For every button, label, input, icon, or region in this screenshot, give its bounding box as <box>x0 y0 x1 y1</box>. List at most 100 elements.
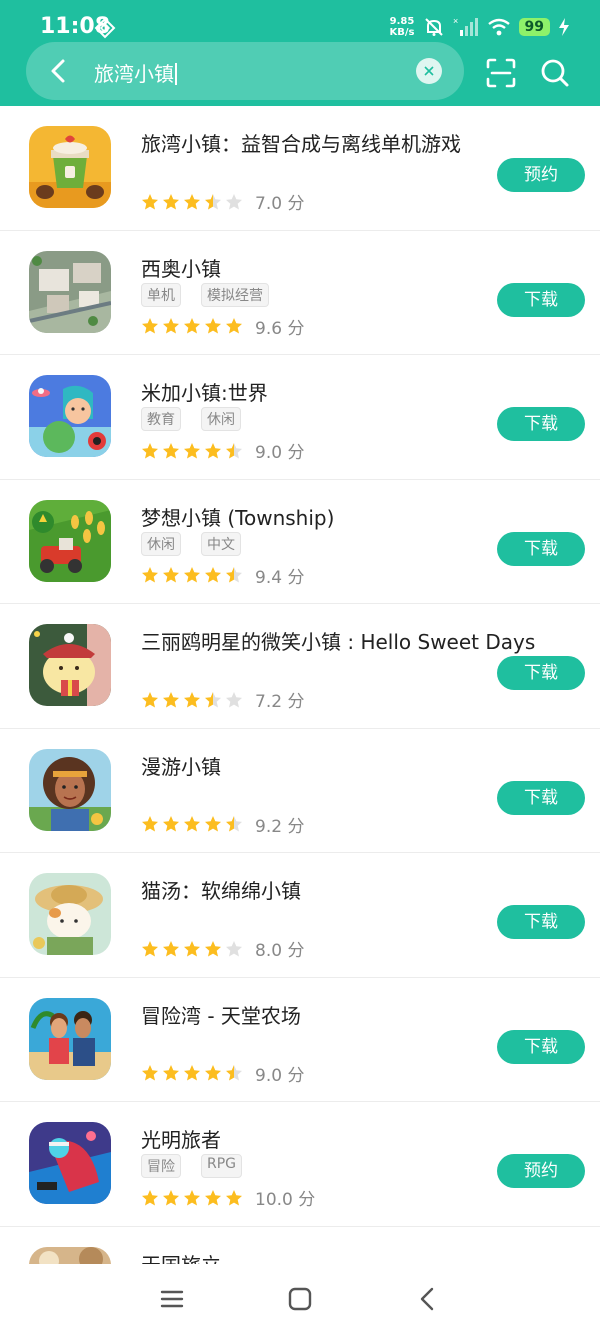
app-title[interactable]: 米加小镇:世界 <box>141 377 268 406</box>
tractor-farm-app-icon[interactable] <box>29 499 111 582</box>
cat-farmer-app-icon[interactable] <box>29 873 111 955</box>
app-score: 9.4 分 <box>255 567 305 588</box>
rating-stars <box>141 1189 243 1207</box>
search-input[interactable]: 旅湾小镇 <box>94 58 177 87</box>
download-button[interactable]: 下载 <box>497 407 585 441</box>
toca-girl-app-icon[interactable] <box>29 375 111 457</box>
result-item[interactable]: 旅湾小镇：益智合成与离线单机游戏 7.0 分 预约 <box>0 106 600 231</box>
result-item[interactable]: 冒险湾 - 天堂农场 9.0 分 下载 <box>0 978 600 1102</box>
back-icon[interactable] <box>413 1284 443 1314</box>
app-tag[interactable]: 休闲 <box>201 407 241 431</box>
result-item[interactable]: 梦想小镇 (Township) 休闲 中文 9.4 分 下载 <box>0 480 600 604</box>
hero-cape-app-icon[interactable] <box>29 1122 111 1204</box>
app-score: 9.0 分 <box>255 1065 305 1086</box>
search-box[interactable]: 旅湾小镇 <box>26 42 464 100</box>
rating-stars <box>141 815 243 833</box>
app-tag[interactable]: 教育 <box>141 407 181 431</box>
search-results-list[interactable]: 旅湾小镇：益智合成与离线单机游戏 7.0 分 预约 西奥小镇 单机 模拟经营 9… <box>0 106 600 1264</box>
app-score: 7.0 分 <box>255 194 305 214</box>
clear-search-icon[interactable] <box>416 58 442 84</box>
star-icon <box>142 567 158 583</box>
star-icon <box>163 567 179 583</box>
app-rating: 8.0 分 <box>141 936 304 961</box>
rating-stars <box>141 317 243 335</box>
app-title[interactable]: 猫汤：软绵绵小镇 <box>141 875 301 904</box>
result-item[interactable]: 米加小镇:世界 教育 休闲 9.0 分 下载 <box>0 355 600 480</box>
app-tag[interactable]: 模拟经营 <box>201 282 269 307</box>
app-tag[interactable]: 单机 <box>141 282 181 307</box>
star-icon <box>184 1065 200 1081</box>
star-icon <box>205 691 221 707</box>
app-title[interactable]: 光明旅者 <box>141 1124 221 1153</box>
app-tag[interactable]: 中文 <box>201 531 241 556</box>
result-item[interactable]: 天国旅立 <box>0 1227 600 1265</box>
app-title[interactable]: 西奥小镇 <box>141 253 221 282</box>
download-button[interactable]: 下载 <box>497 656 585 690</box>
result-item[interactable]: 三丽鸥明星的微笑小镇 : Hello Sweet Days 7.2 分 下载 <box>0 604 600 729</box>
app-rating: 9.2 分 <box>141 812 304 837</box>
star-icon <box>184 442 200 458</box>
text-caret <box>175 63 177 85</box>
star-icon <box>226 816 242 832</box>
star-icon <box>205 816 221 832</box>
app-tag[interactable]: 休闲 <box>141 531 181 556</box>
rating-stars <box>141 1064 243 1082</box>
charging-icon <box>559 18 569 36</box>
search-icon[interactable] <box>538 56 572 90</box>
app-tags: 教育 休闲 <box>141 407 241 431</box>
svg-text:×: × <box>453 16 458 26</box>
pompompurin-app-icon[interactable] <box>29 624 111 706</box>
result-item[interactable]: 猫汤：软绵绵小镇 8.0 分 下载 <box>0 853 600 978</box>
star-icon <box>226 1065 242 1081</box>
result-item[interactable]: 漫游小镇 9.2 分 下载 <box>0 729 600 853</box>
star-icon <box>226 318 242 334</box>
rating-stars <box>141 193 243 211</box>
city-aerial-app-icon[interactable] <box>29 250 111 333</box>
star-icon <box>226 193 242 209</box>
download-button[interactable]: 下载 <box>497 1029 585 1064</box>
reserve-button[interactable]: 预约 <box>497 1154 585 1188</box>
download-button[interactable]: 下载 <box>497 780 585 815</box>
island-couple-app-icon[interactable] <box>29 997 111 1080</box>
result-item[interactable]: 光明旅者 冒险 RPG 10.0 分 预约 <box>0 1102 600 1227</box>
reserve-button[interactable]: 预约 <box>497 158 585 192</box>
result-item[interactable]: 西奥小镇 单机 模拟经营 9.6 分 下载 <box>0 231 600 355</box>
menu-icon[interactable] <box>157 1284 187 1314</box>
download-button[interactable]: 下载 <box>497 531 585 566</box>
app-rating: 10.0 分 <box>141 1185 315 1210</box>
search-query: 旅湾小镇 <box>94 62 174 86</box>
app-tags: 休闲 中文 <box>141 531 241 556</box>
app-title[interactable]: 三丽鸥明星的微笑小镇 : Hello Sweet Days <box>141 626 535 655</box>
star-icon <box>226 1189 242 1205</box>
app-title[interactable]: 天国旅立 <box>141 1249 221 1265</box>
star-icon <box>163 1189 179 1205</box>
app-tag[interactable]: 冒险 <box>141 1154 181 1178</box>
star-icon <box>205 1189 221 1205</box>
coffee-cup-app-icon[interactable] <box>29 126 111 208</box>
star-icon <box>163 442 179 458</box>
app-title[interactable]: 梦想小镇 (Township) <box>141 502 334 531</box>
app-rating: 9.4 分 <box>141 563 304 588</box>
star-icon <box>184 193 200 209</box>
mute-bell-icon <box>424 18 443 36</box>
app-tag[interactable]: RPG <box>201 1154 243 1178</box>
star-icon <box>205 193 221 209</box>
app-score: 9.2 分 <box>255 816 305 837</box>
star-icon <box>163 318 179 334</box>
partial-app-icon[interactable] <box>29 1246 111 1265</box>
back-arrow-icon[interactable] <box>42 54 76 88</box>
app-rating: 9.0 分 <box>141 1061 304 1086</box>
app-title[interactable]: 冒险湾 - 天堂农场 <box>141 1000 301 1029</box>
star-icon <box>205 442 221 458</box>
star-icon <box>184 1189 200 1205</box>
download-button[interactable]: 下载 <box>497 282 585 317</box>
app-title[interactable]: 旅湾小镇：益智合成与离线单机游戏 <box>141 128 461 157</box>
download-button[interactable]: 下载 <box>497 905 585 939</box>
girl-portrait-app-icon[interactable] <box>29 748 111 831</box>
scan-icon[interactable] <box>484 56 518 90</box>
home-icon[interactable] <box>285 1284 315 1314</box>
app-title[interactable]: 漫游小镇 <box>141 751 221 780</box>
system-navigation-bar <box>0 1264 600 1333</box>
app-rating: 7.0 分 <box>141 189 304 214</box>
star-icon <box>163 940 179 956</box>
